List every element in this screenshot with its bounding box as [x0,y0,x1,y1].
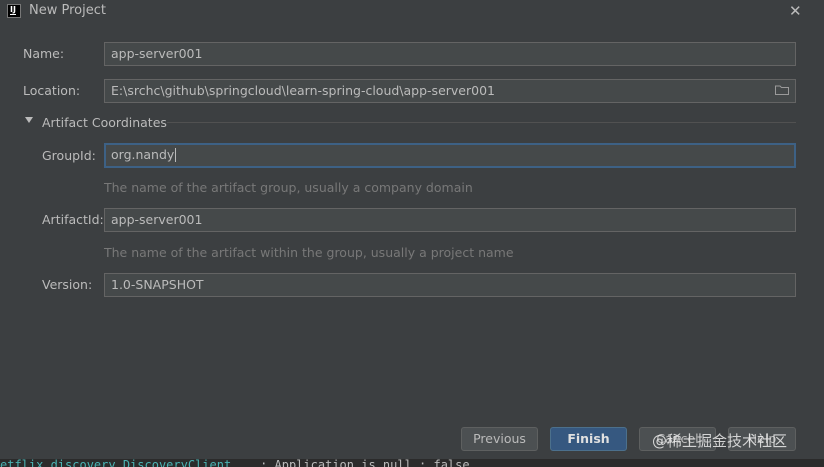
artifactid-field[interactable]: app-server001 [104,208,796,232]
finish-button[interactable]: Finish [550,427,627,451]
artifactid-value: app-server001 [111,212,203,227]
groupid-field[interactable]: org.nandy [104,143,796,168]
name-value: app-server001 [111,46,203,61]
close-icon[interactable]: ✕ [789,2,802,20]
window-title: New Project [29,3,106,18]
location-label: Location: [23,83,81,98]
version-value: 1.0-SNAPSHOT [111,277,204,292]
location-field[interactable]: E:\srchc\github\springcloud\learn-spring… [104,79,796,103]
name-field[interactable]: app-server001 [104,42,796,66]
console-output: etflix.discovery.DiscoveryClient : Appli… [0,459,824,467]
version-field[interactable]: 1.0-SNAPSHOT [104,273,796,297]
collapse-arrow-icon[interactable] [25,117,33,123]
folder-icon[interactable] [775,85,789,95]
intellij-idea-icon: IJ [7,4,21,18]
text-caret [175,148,177,162]
groupid-label: GroupId: [42,148,96,163]
version-label: Version: [42,277,93,292]
artifactid-label: ArtifactId: [42,212,104,227]
previous-button[interactable]: Previous [461,427,538,451]
section-divider [167,122,796,123]
title-bar: IJ New Project ✕ [0,0,824,24]
console-message: : Application is null : false [231,459,470,467]
groupid-value: org.nandy [111,147,175,162]
location-value: E:\srchc\github\springcloud\learn-spring… [111,83,495,98]
groupid-hint: The name of the artifact group, usually … [104,180,473,195]
watermark: @稀土掘金技术社区 [652,432,788,450]
console-logger: etflix.discovery.DiscoveryClient [0,459,232,467]
artifactid-hint: The name of the artifact within the grou… [104,245,514,260]
name-label: Name: [23,46,65,61]
artifact-coordinates-title[interactable]: Artifact Coordinates [42,115,167,130]
